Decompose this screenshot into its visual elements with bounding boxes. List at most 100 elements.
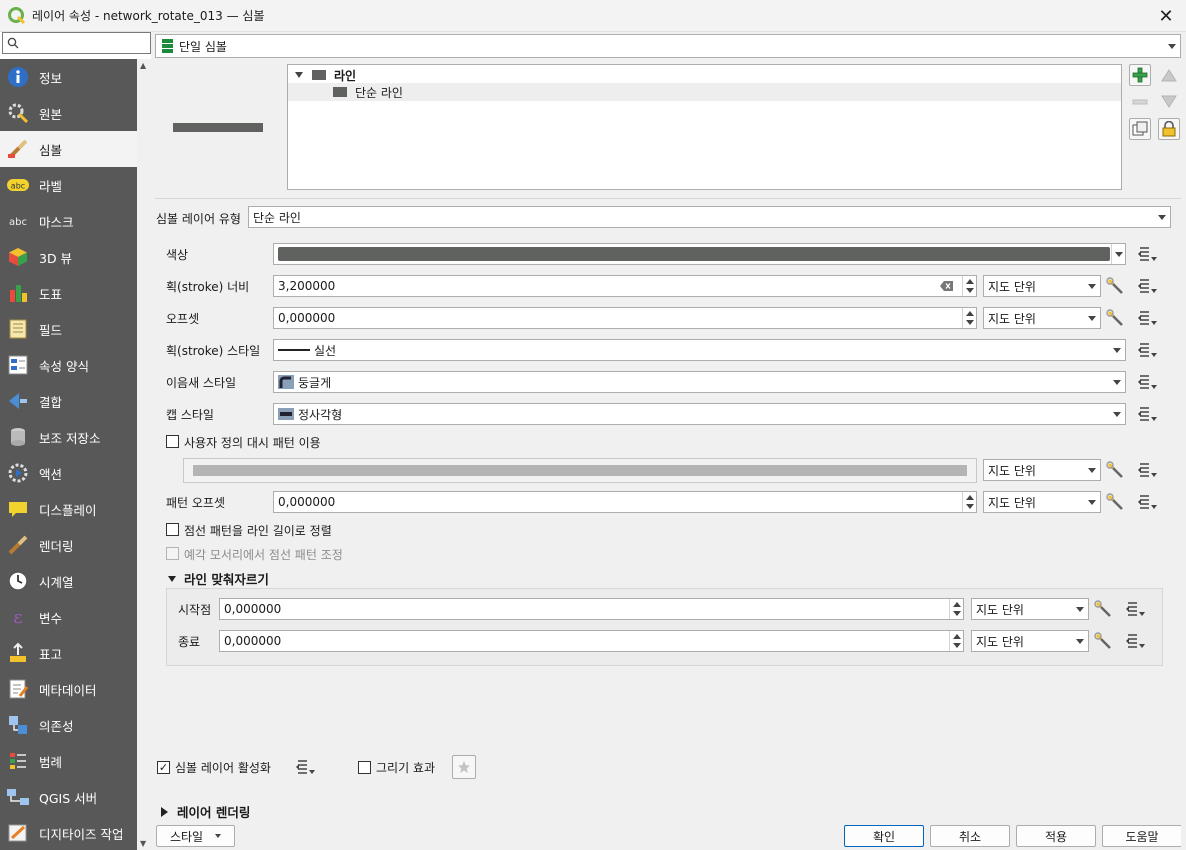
tweak-dash-checkbox[interactable] xyxy=(166,547,179,560)
wrench-icon[interactable] xyxy=(1106,493,1124,511)
cancel-button[interactable]: 취소 xyxy=(930,825,1010,847)
style-button[interactable]: 스타일 xyxy=(156,825,235,847)
sidebar-search[interactable] xyxy=(2,32,151,54)
trim-end-unit-combo[interactable]: 지도 단위 xyxy=(971,630,1089,652)
data-defined-override-icon[interactable] xyxy=(1124,631,1146,651)
data-defined-override-icon[interactable] xyxy=(1136,308,1158,328)
remove-symbol-layer-button[interactable] xyxy=(1129,91,1151,113)
symbol-layer-type-combo[interactable]: 단순 라인 xyxy=(248,206,1171,228)
trim-section-header[interactable]: 라인 맞춰자르기 xyxy=(168,569,269,588)
pattern-offset-input[interactable]: 0,000000 xyxy=(273,491,977,513)
draw-effects-button[interactable] xyxy=(452,755,476,779)
wrench-icon[interactable] xyxy=(1094,632,1112,650)
ok-button[interactable]: 확인 xyxy=(844,825,924,847)
data-defined-override-icon[interactable] xyxy=(1136,460,1158,480)
scroll-up-icon[interactable]: ▲ xyxy=(140,61,146,70)
add-symbol-layer-button[interactable] xyxy=(1129,64,1151,86)
dash-pattern-preview[interactable] xyxy=(183,458,977,483)
wrench-icon[interactable] xyxy=(1106,277,1124,295)
sidebar-item[interactable]: 필드 xyxy=(0,311,137,347)
spinner[interactable] xyxy=(949,631,963,651)
color-swatch xyxy=(278,247,1110,261)
data-defined-override-icon[interactable] xyxy=(1136,244,1158,264)
search-input[interactable] xyxy=(23,34,147,52)
sidebar-item[interactable]: 범례 xyxy=(0,743,137,779)
wrench-icon[interactable] xyxy=(1094,600,1112,618)
sidebar-item[interactable]: 시계열 xyxy=(0,563,137,599)
join-style-combo[interactable]: 둥글게 xyxy=(273,371,1126,393)
offset-unit-combo[interactable]: 지도 단위 xyxy=(983,307,1101,329)
sidebar-item[interactable]: 심볼 xyxy=(0,131,137,167)
symbol-layer-tree[interactable]: 라인 단순 라인 xyxy=(287,64,1122,190)
wrench-icon[interactable] xyxy=(1106,309,1124,327)
stroke-width-input[interactable]: 3,200000 xyxy=(273,275,977,297)
sidebar-item[interactable]: 결합 xyxy=(0,383,137,419)
close-button[interactable]: ✕ xyxy=(1154,4,1178,28)
move-up-button[interactable] xyxy=(1158,64,1180,86)
data-defined-override-icon[interactable] xyxy=(1124,599,1146,619)
sidebar-item[interactable]: abc 라벨 xyxy=(0,167,137,203)
cap-style-combo[interactable]: 정사각형 xyxy=(273,403,1126,425)
layer-rendering-header[interactable]: 레이어 렌더링 xyxy=(161,802,250,821)
fields-icon xyxy=(5,316,31,342)
spinner[interactable] xyxy=(949,599,963,619)
sidebar-scrollbar[interactable]: ▲ ▼ xyxy=(137,59,151,850)
data-defined-override-icon[interactable] xyxy=(1136,372,1158,392)
enable-layer-checkbox[interactable]: ✓ xyxy=(157,761,170,774)
cap-style-label: 캡 스타일 xyxy=(166,408,214,422)
lock-color-button[interactable] xyxy=(1158,118,1180,140)
trim-start-input[interactable]: 0,000000 xyxy=(219,598,964,620)
clear-icon[interactable] xyxy=(940,281,954,291)
sidebar-item[interactable]: 3D 뷰 xyxy=(0,239,137,275)
expand-icon[interactable] xyxy=(295,72,303,78)
renderer-type-combo[interactable]: 단일 심볼 xyxy=(155,34,1181,58)
move-down-button[interactable] xyxy=(1158,91,1180,113)
collapse-icon xyxy=(168,575,176,582)
data-defined-override-icon[interactable] xyxy=(1136,340,1158,360)
spinner[interactable] xyxy=(962,492,976,512)
dash-unit-combo[interactable]: 지도 단위 xyxy=(983,459,1101,481)
sidebar-item-label: 필드 xyxy=(39,322,63,338)
tree-item-line[interactable]: 라인 xyxy=(288,66,1121,84)
chevron-down-icon xyxy=(1076,607,1084,612)
sidebar-item[interactable]: ε 변수 xyxy=(0,599,137,635)
sidebar-item[interactable]: 렌더링 xyxy=(0,527,137,563)
stroke-style-combo[interactable]: 실선 xyxy=(273,339,1126,361)
sidebar-item[interactable]: 메타데이터 xyxy=(0,671,137,707)
help-button[interactable]: 도움말 xyxy=(1102,825,1182,847)
color-dropdown[interactable] xyxy=(1111,244,1125,264)
data-defined-override-icon[interactable] xyxy=(294,757,316,777)
offset-input[interactable]: 0,000000 xyxy=(273,307,977,329)
sidebar-item[interactable]: 표고 xyxy=(0,635,137,671)
spinner[interactable] xyxy=(962,276,976,296)
sidebar-item[interactable]: 액션 xyxy=(0,455,137,491)
scroll-down-icon[interactable]: ▼ xyxy=(140,839,146,848)
pattern-offset-unit-combo[interactable]: 지도 단위 xyxy=(983,491,1101,513)
sidebar-item[interactable]: 디지타이즈 작업 xyxy=(0,815,137,850)
sidebar-item[interactable]: 보조 저장소 xyxy=(0,419,137,455)
duplicate-symbol-layer-button[interactable] xyxy=(1129,118,1151,140)
apply-button[interactable]: 적용 xyxy=(1016,825,1096,847)
data-defined-override-icon[interactable] xyxy=(1136,276,1158,296)
wrench-icon[interactable] xyxy=(1106,461,1124,479)
data-defined-override-icon[interactable] xyxy=(1136,404,1158,424)
sidebar-item[interactable]: abc 마스크 xyxy=(0,203,137,239)
sidebar-item[interactable]: 속성 양식 xyxy=(0,347,137,383)
main-scrollbar[interactable] xyxy=(1181,32,1186,850)
sidebar-item[interactable]: 도표 xyxy=(0,275,137,311)
sidebar-item[interactable]: 디스플레이 xyxy=(0,491,137,527)
draw-effects-checkbox[interactable] xyxy=(358,761,371,774)
sidebar-item[interactable]: QGIS 서버 xyxy=(0,779,137,815)
tree-item-simple-line[interactable]: 단순 라인 xyxy=(288,83,1121,101)
trim-start-unit-combo[interactable]: 지도 단위 xyxy=(971,598,1089,620)
color-button[interactable] xyxy=(273,243,1126,265)
trim-end-input[interactable]: 0,000000 xyxy=(219,630,964,652)
sidebar-item[interactable]: 원본 xyxy=(0,95,137,131)
sidebar-item[interactable]: 의존성 xyxy=(0,707,137,743)
stroke-width-unit-combo[interactable]: 지도 단위 xyxy=(983,275,1101,297)
data-defined-override-icon[interactable] xyxy=(1136,492,1158,512)
sidebar-item[interactable]: 정보 xyxy=(0,59,137,95)
custom-dash-checkbox[interactable] xyxy=(166,435,179,448)
spinner[interactable] xyxy=(962,308,976,328)
align-dash-checkbox[interactable] xyxy=(166,523,179,536)
